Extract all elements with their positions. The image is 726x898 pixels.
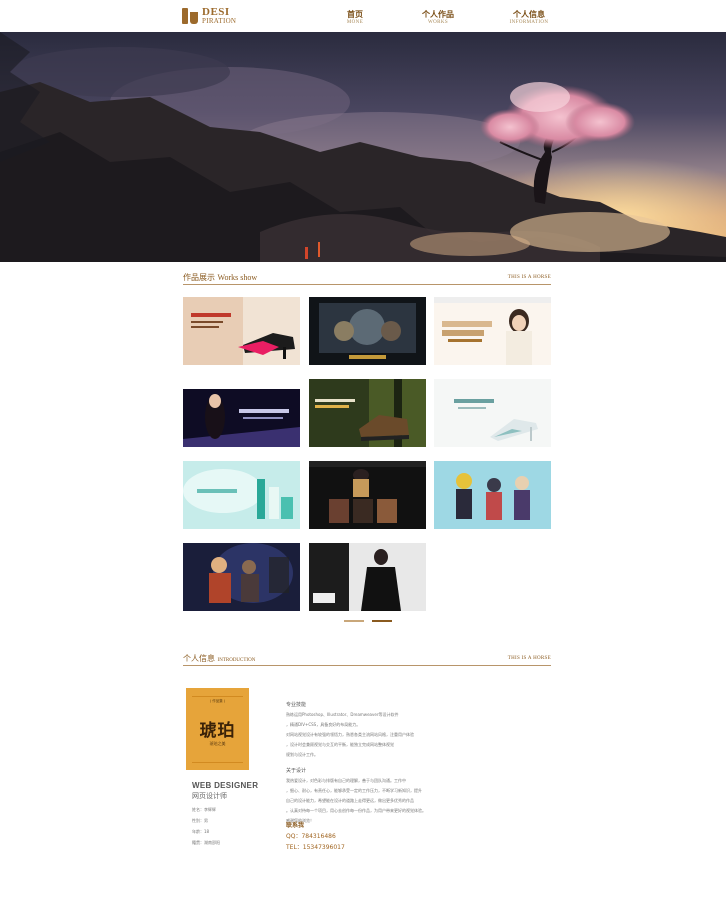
work-thumb-fashion-portrait[interactable] [309,543,426,611]
about-line: 自己的设计能力，希望能在设计的道路上走得更远，做出更多优秀的作品 [286,798,414,803]
work-thumb-cosmetics[interactable] [183,461,300,529]
work-image [183,461,300,529]
site-logo[interactable]: DESI PIRATION [182,5,236,27]
about-line: 。认真对待每一个项目，用心去创作每一份作品，为用户带来更好的视觉体验。 [286,808,426,813]
info-section-title: 个人信息 INTRODUCTION [183,654,255,666]
works-pager [344,620,392,623]
work-image [434,379,551,447]
web-designer-heading: WEB DESIGNER [192,781,259,790]
contact-tel[interactable]: TEL：15347396017 [286,842,345,853]
about-block: 关于设计 我热爱设计，对色彩与排版有自己的理解，善于与团队沟通。工作中 ，细心、… [286,766,558,826]
fact-hometown: 籍贯：湖南邵阳 [192,840,220,845]
profile-card: ( 作品集 ) 琥珀 琥珀之美 [186,688,249,770]
fact-age: 年龄：18 [192,829,210,834]
about-heading: 关于设计 [286,768,307,774]
pager-dot-2[interactable] [372,620,392,622]
nav-home-sublabel: MONE [346,20,364,25]
skills-line: ，精通DIV+CSS，具备良好的布局能力。 [286,722,361,727]
skills-line: 对网站视觉设计有较强的领悟力，熟悉各类主流网站风格，注重用户体验 [286,732,414,737]
nav-item-home[interactable]: 首页 MONE [340,9,370,26]
contact-qq[interactable]: QQ：784316486 [286,831,345,842]
nav-works-label: 个人作品 [422,9,454,19]
work-thumb-game-warriors[interactable] [183,543,300,611]
web-designer-zh: 网页设计师 [192,792,227,800]
logo-mark-icon [182,6,200,26]
contact-block: 联系我 QQ：784316486 TEL：15347396017 [286,820,345,853]
work-image [434,297,551,365]
work-image [309,461,426,529]
info-section-right-label: THIS IS A HORSE [507,656,551,661]
info-title-zh: 个人信息 [183,654,215,663]
works-title-en: Works show [217,273,258,282]
nav-item-works[interactable]: 个人作品 WORKS [417,9,459,26]
nav-information-label: 个人信息 [513,9,545,19]
pager-dot-1[interactable] [344,620,364,622]
nav-works-sublabel: WORKS [427,20,449,25]
work-image [309,297,426,365]
about-line: 我热爱设计，对色彩与排版有自己的理解，善于与团队沟通。工作中 [286,778,406,783]
skills-line: 规划与设计工作。 [286,752,318,757]
work-thumb-heels-light[interactable] [434,379,551,447]
profile-card-top-label: ( 作品集 ) [209,699,226,703]
work-image [183,543,300,611]
skills-line: 熟练运用Photoshop、Illustrator、Dreamweaver等设计… [286,712,399,717]
fact-gender: 性别：男 [192,818,208,823]
works-section-title: 作品展示 Works show [183,273,257,283]
nav-information-sublabel: INFORMATION [509,20,549,25]
work-thumb-fashion-dark[interactable] [309,461,426,529]
logo-sub-text: PIRATION [202,17,237,25]
work-image [183,297,300,365]
hero-banner [0,32,726,262]
nav-item-information[interactable]: 个人信息 INFORMATION [506,9,552,26]
work-image [183,379,300,447]
top-header: DESI PIRATION 首页 MONE 个人作品 WORKS 个人信息 IN… [0,0,726,32]
work-image [309,379,426,447]
work-thumb-hiking-shoes[interactable] [309,379,426,447]
work-thumb-blossom-beauty[interactable] [434,297,551,365]
works-section-right-label: THIS IS A HORSE [507,275,551,280]
skills-heading: 专业技能 [286,702,307,708]
work-thumb-beautiful-night[interactable] [183,379,300,447]
work-thumb-shoes-pink[interactable] [183,297,300,365]
profile-card-subtitle: 琥珀之美 [209,741,226,746]
personal-facts: 姓名：李辉辉 性别：男 年龄：18 籍贯：湖南邵阳 [192,804,220,848]
work-thumb-anime-characters[interactable] [434,461,551,529]
hero-landscape-image [0,32,726,262]
info-title-en: INTRODUCTION [217,658,256,663]
profile-card-title: 琥珀 [199,721,236,741]
work-thumb-game-dark[interactable] [309,297,426,365]
work-image [309,543,426,611]
works-section-header: 作品展示 Works show THIS IS A HORSE [183,273,551,285]
info-section-header: 个人信息 INTRODUCTION THIS IS A HORSE [183,654,551,666]
works-grid [183,297,551,611]
skills-block: 专业技能 熟练运用Photoshop、Illustrator、Dreamweav… [286,700,558,760]
works-title-zh: 作品展示 [183,273,215,282]
contact-heading: 联系我 [286,822,305,829]
skills-line: ，设计时会兼顾视觉与交互的平衡，能独立完成网站整体视觉 [286,742,394,747]
about-line: ，细心、耐心，有责任心，能够承受一定的工作压力，不断学习新知识，提升 [286,788,422,793]
fact-name: 姓名：李辉辉 [192,807,216,812]
nav-home-label: 首页 [347,9,363,19]
work-image [434,461,551,529]
